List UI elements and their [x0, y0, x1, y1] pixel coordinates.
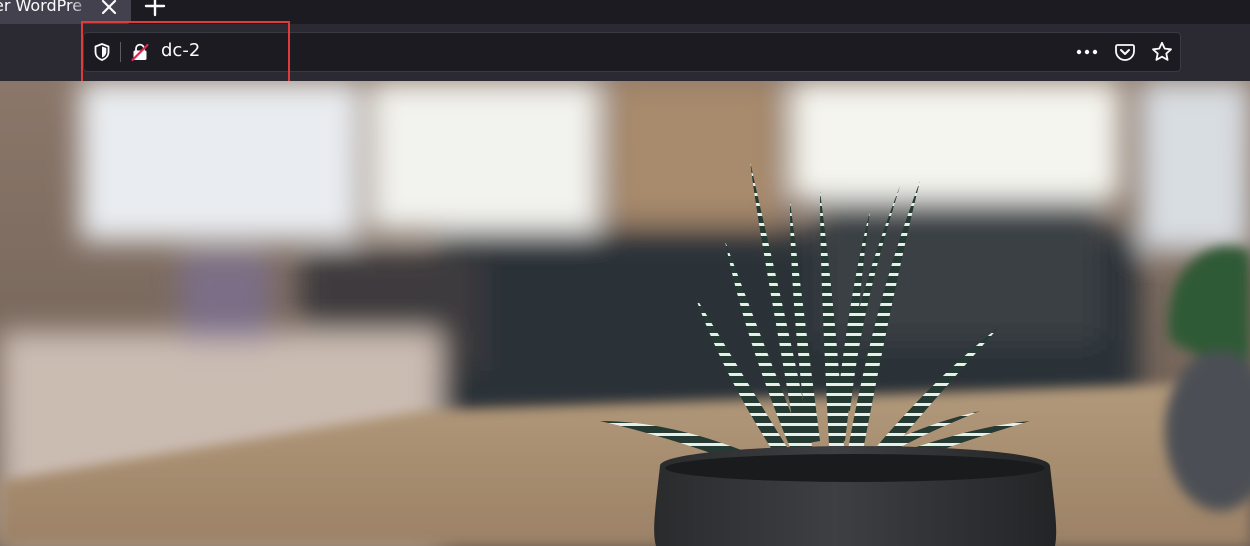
more-horizontal-icon[interactable]	[1074, 44, 1100, 60]
tab-title: er WordPre	[0, 0, 83, 15]
annotation-highlight-box	[81, 21, 290, 84]
succulent-photo	[0, 81, 1250, 546]
pocket-icon[interactable]	[1114, 41, 1136, 63]
page-header-image	[0, 81, 1250, 546]
plus-icon[interactable]	[143, 0, 167, 18]
star-icon[interactable]	[1150, 40, 1174, 64]
close-icon[interactable]	[98, 0, 120, 18]
